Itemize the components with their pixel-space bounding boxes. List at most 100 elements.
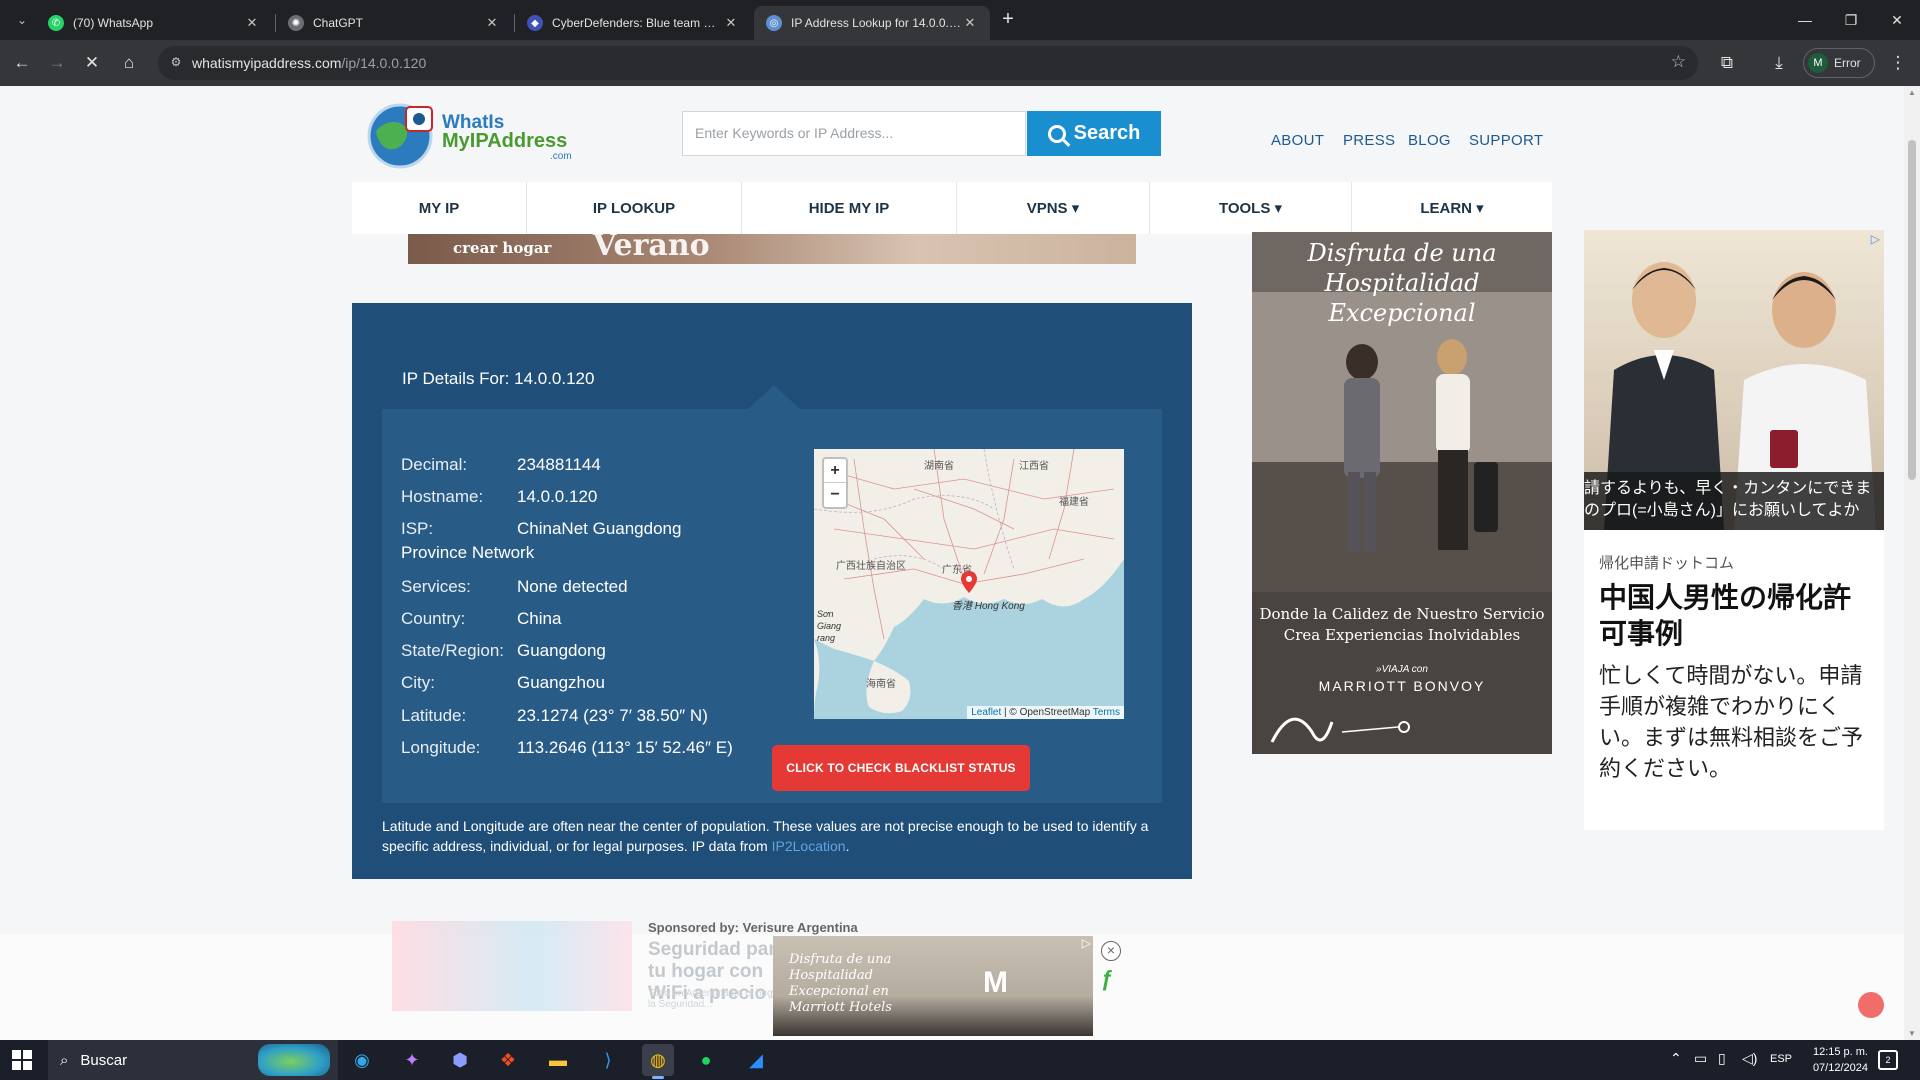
tab-ip-lookup[interactable]: ◎ IP Address Lookup for 14.0.0.120 ✕ <box>754 6 990 40</box>
restore-icon[interactable]: ❐ <box>1828 0 1874 40</box>
back-icon[interactable]: ← <box>8 49 36 77</box>
nav-ip-lookup[interactable]: IP LOOKUP <box>527 182 742 234</box>
map-label: 海南省 <box>866 679 896 690</box>
search-button[interactable]: Search <box>1027 111 1161 156</box>
scroll-up-icon[interactable]: ▲ <box>1904 88 1920 97</box>
battery-icon[interactable]: ▯ <box>1718 1050 1726 1067</box>
ip2location-link[interactable]: IP2Location <box>772 838 846 854</box>
longitude-label: Longitude: <box>401 738 481 757</box>
terms-link[interactable]: Terms <box>1093 707 1120 718</box>
site-info-icon[interactable]: ⚙ <box>168 55 184 71</box>
attribution-text: | © OpenStreetMap <box>1001 707 1093 718</box>
network-icon[interactable]: ▭ <box>1694 1050 1707 1067</box>
map-marker-icon[interactable] <box>961 571 977 593</box>
isp-value-line-2: Province Network <box>401 543 535 562</box>
windows-start-icon[interactable] <box>12 1050 32 1070</box>
nav-learn[interactable]: LEARN ▾ <box>1352 182 1552 234</box>
browser-tab-strip: ⌄ ✆ (70) WhatsApp ✕ ✺ ChatGPT ✕ ◆ CyberD… <box>0 0 1920 40</box>
press-link[interactable]: PRESS <box>1343 132 1395 149</box>
tab-whatsapp[interactable]: ✆ (70) WhatsApp ✕ <box>36 6 272 40</box>
city-label: City: <box>401 673 435 692</box>
state-label: State/Region: <box>401 641 505 660</box>
close-tab-icon[interactable]: ✕ <box>962 15 978 31</box>
home-icon[interactable]: ⌂ <box>115 49 143 77</box>
close-tab-icon[interactable]: ✕ <box>244 15 260 31</box>
forward-icon[interactable]: → <box>43 49 71 77</box>
scroll-down-icon[interactable]: ▼ <box>1904 1029 1920 1038</box>
scrollbar-thumb[interactable] <box>1908 140 1916 480</box>
clock-date: 07/12/2024 <box>1812 1062 1868 1074</box>
tab-cyberdefenders[interactable]: ◆ CyberDefenders: Blue team CTF ✕ <box>515 6 751 40</box>
browser-toolbar: ← → ✕ ⌂ ⚙ whatismyipaddress.com/ip/14.0.… <box>0 40 1920 86</box>
menu-kebab-icon[interactable]: ⋮ <box>1884 49 1912 77</box>
profile-button[interactable]: M Error <box>1803 48 1875 78</box>
file-explorer-icon[interactable]: ▬ <box>542 1044 574 1076</box>
zoom-in-button[interactable]: + <box>824 459 846 483</box>
widgets-icon[interactable] <box>258 1044 330 1076</box>
search-button-label: Search <box>1073 122 1141 144</box>
chrome-icon[interactable]: ◍ <box>642 1044 674 1079</box>
close-tab-icon[interactable]: ✕ <box>723 15 739 31</box>
blog-link[interactable]: BLOG <box>1408 132 1451 149</box>
adchoices-icon[interactable]: ▷ <box>1082 936 1091 950</box>
edge-icon[interactable]: ◉ <box>346 1044 378 1076</box>
app-wave-icon[interactable]: ◢ <box>740 1044 772 1076</box>
state-row: State/Region: Guangdong <box>401 641 606 661</box>
app-hexagon-icon[interactable]: ⬢ <box>444 1044 476 1076</box>
top-banner-ad[interactable]: crear hogar Verano <box>408 234 1136 264</box>
vscode-icon[interactable]: ⟩ <box>592 1044 624 1076</box>
new-tab-button[interactable]: + <box>996 8 1020 32</box>
map-label: 湖南省 <box>924 461 954 472</box>
check-blacklist-button[interactable]: CLICK TO CHECK BLACKLIST STATUS <box>772 745 1030 791</box>
url-text[interactable]: whatismyipaddress.com/ip/14.0.0.120 <box>192 55 426 71</box>
close-ad-icon[interactable]: × <box>1101 941 1121 961</box>
map-attribution: Leaflet | © OpenStreetMap Terms <box>967 706 1124 719</box>
disclaimer-end: . <box>845 838 850 854</box>
nav-tools[interactable]: TOOLS ▾ <box>1150 182 1352 234</box>
marriott-ad[interactable]: Disfruta de una Hospitalidad Excepcional… <box>1252 232 1552 754</box>
zoom-out-button[interactable]: − <box>824 483 846 507</box>
nav-vpns[interactable]: VPNS ▾ <box>957 182 1150 234</box>
freestar-icon[interactable]: ƒ <box>1101 966 1113 992</box>
country-row: Country: China <box>401 609 561 629</box>
page-scrollbar[interactable]: ▲ ▼ <box>1904 86 1920 1040</box>
leaflet-link[interactable]: Leaflet <box>971 707 1001 718</box>
recording-dot-icon[interactable] <box>1858 992 1884 1018</box>
close-window-icon[interactable]: ✕ <box>1874 0 1920 40</box>
naturalization-ad[interactable]: 請するよりも、早く・カンタンにできま のプロ(=小島さん)」にお願いしてよか ▷… <box>1584 230 1884 830</box>
support-link[interactable]: SUPPORT <box>1469 132 1543 149</box>
downloads-icon[interactable]: ⤓ <box>1765 49 1793 77</box>
nav-my-ip[interactable]: MY IP <box>352 182 527 234</box>
nav-hide-my-ip[interactable]: HIDE MY IP <box>742 182 957 234</box>
logo-text-3: .com <box>550 151 572 162</box>
ad-body: 忙しくて時間がない。申請手順が複雑でわかりにくい。まずは無料相談をご予約ください… <box>1599 663 1864 781</box>
show-hidden-icons-icon[interactable]: ⌃ <box>1670 1050 1682 1067</box>
minimize-icon[interactable]: — <box>1782 0 1828 40</box>
copilot-icon[interactable]: ✦ <box>396 1044 428 1076</box>
about-link[interactable]: ABOUT <box>1271 132 1324 149</box>
bookmark-star-icon[interactable]: ☆ <box>1671 52 1686 72</box>
stop-loading-icon[interactable]: ✕ <box>78 49 106 77</box>
notifications-icon[interactable]: 2 <box>1878 1050 1898 1070</box>
longitude-value: 113.2646 (113° 15′ 52.46″ E) <box>517 738 733 757</box>
spotify-icon[interactable]: ● <box>690 1044 722 1076</box>
location-map[interactable]: + − 湖南省 江西省 福建省 广西壮族自治区 广东省 香港 Hong Kong… <box>814 449 1124 719</box>
verisure-ad-image[interactable] <box>392 921 632 1011</box>
cyberdefenders-icon: ◆ <box>527 15 543 31</box>
hostname-label: Hostname: <box>401 487 484 506</box>
floating-marriott-ad[interactable]: Disfruta de una Hospitalidad Excepcional… <box>773 936 1093 1036</box>
close-tab-icon[interactable]: ✕ <box>484 15 500 31</box>
page-viewport: WhatIs MyIPAddress .com Enter Keywords o… <box>0 86 1904 1040</box>
search-input[interactable]: Enter Keywords or IP Address... <box>682 111 1026 156</box>
floating-ad-text: Disfruta de una Hospitalidad Excepcional… <box>789 952 892 1015</box>
volume-icon[interactable]: ◁) <box>1742 1050 1757 1067</box>
tab-search-icon[interactable]: ⌄ <box>10 8 34 32</box>
figma-icon[interactable]: ❖ <box>492 1044 524 1076</box>
language-indicator[interactable]: ESP <box>1770 1053 1792 1065</box>
site-logo[interactable]: WhatIs MyIPAddress .com <box>366 101 576 171</box>
tab-chatgpt[interactable]: ✺ ChatGPT ✕ <box>276 6 512 40</box>
address-bar[interactable]: ⚙ whatismyipaddress.com/ip/14.0.0.120 ☆ <box>158 46 1698 80</box>
extensions-icon[interactable]: ⧉ <box>1713 49 1741 77</box>
adchoices-icon[interactable]: ▷ <box>1871 232 1880 246</box>
taskbar-clock[interactable]: 12:15 p. m. 07/12/2024 <box>1806 1044 1868 1076</box>
